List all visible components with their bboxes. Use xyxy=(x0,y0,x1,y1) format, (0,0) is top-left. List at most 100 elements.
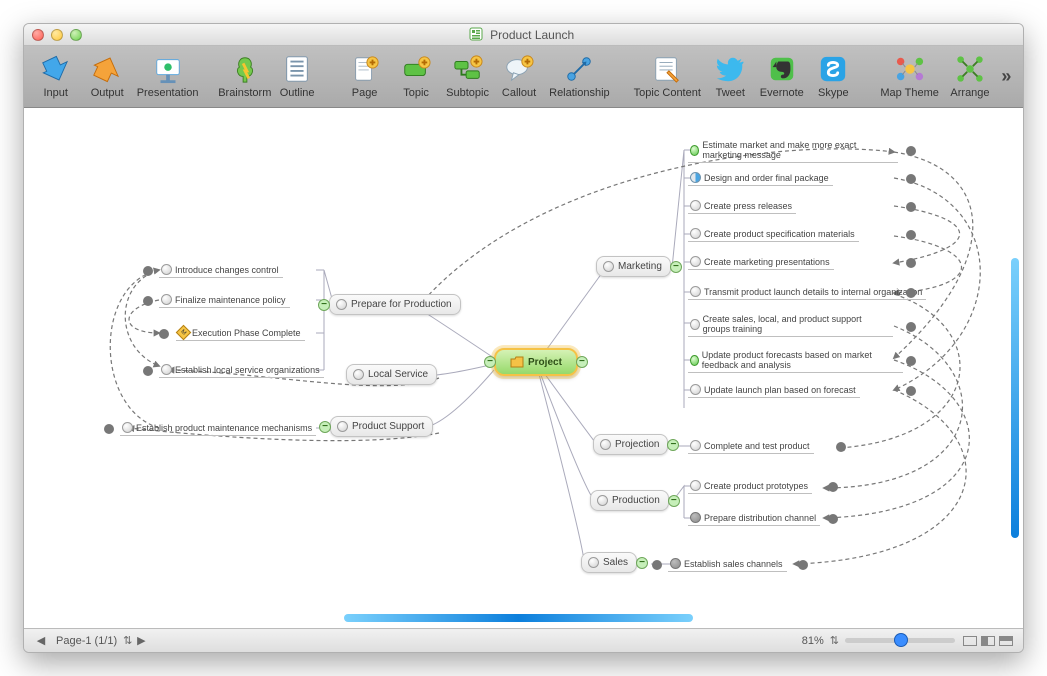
subtopic-button[interactable]: Subtopic xyxy=(442,48,493,106)
view-mode-3[interactable] xyxy=(999,636,1013,646)
bullet-icon xyxy=(588,557,599,568)
leaf-node[interactable]: Prepare distribution channel xyxy=(688,510,820,526)
branch-projection[interactable]: Projection − xyxy=(593,434,668,455)
zoom-window-button[interactable] xyxy=(70,29,82,41)
output-icon xyxy=(92,54,122,84)
page-indicator[interactable]: Page-1 (1/1) xyxy=(56,635,117,647)
toggle-icon[interactable]: − xyxy=(670,261,682,273)
leaf-node[interactable]: Complete and test product xyxy=(688,438,814,454)
leaf-node[interactable]: Establish local service organizations xyxy=(159,362,324,378)
bullet-icon xyxy=(690,200,701,211)
branch-marketing[interactable]: Marketing − xyxy=(596,256,671,277)
leaf-node[interactable]: Create sales, local, and product support… xyxy=(688,312,893,337)
relationship-dot xyxy=(143,266,153,276)
bullet-icon xyxy=(690,512,701,523)
toggle-icon[interactable]: − xyxy=(636,557,648,569)
leaf-label: Create press releases xyxy=(704,201,792,211)
close-window-button[interactable] xyxy=(32,29,44,41)
leaf-label: Create sales, local, and product support… xyxy=(703,314,889,334)
leaf-node[interactable]: Create marketing presentations xyxy=(688,254,834,270)
page-stepper[interactable]: ⇅ xyxy=(123,634,132,647)
toggle-icon[interactable]: − xyxy=(319,421,331,433)
skype-button[interactable]: Skype xyxy=(808,48,859,106)
arrange-button[interactable]: Arrange xyxy=(944,48,995,106)
page-button[interactable]: Page xyxy=(339,48,390,106)
map-theme-button[interactable]: Map Theme xyxy=(875,48,944,106)
leaf-node[interactable]: Estimate market and make more exact mark… xyxy=(688,138,898,163)
callout-icon xyxy=(504,54,534,84)
leaf-node[interactable]: Introduce changes control xyxy=(159,262,283,278)
view-mode-1[interactable] xyxy=(963,636,977,646)
prev-page-button[interactable]: ◀ xyxy=(32,634,50,647)
presentation-button[interactable]: Presentation xyxy=(133,48,202,106)
leaf-label: Estimate market and make more exact mark… xyxy=(702,140,894,160)
milestone-icon: M xyxy=(176,325,192,341)
relationship-button[interactable]: Relationship xyxy=(545,48,614,106)
canvas[interactable]: Project − − Marketing − Estimate market … xyxy=(24,108,1023,628)
leaf-node[interactable]: Design and order final package xyxy=(688,170,833,186)
vertical-scrollbar[interactable] xyxy=(1011,258,1019,538)
output-button[interactable]: Output xyxy=(81,48,132,106)
relationship-dot xyxy=(143,366,153,376)
zoom-level[interactable]: 81% xyxy=(802,635,824,647)
arrange-icon xyxy=(955,54,985,84)
leaf-node[interactable]: Create press releases xyxy=(688,198,796,214)
toggle-icon[interactable]: − xyxy=(484,356,496,368)
leaf-node[interactable]: M Execution Phase Complete xyxy=(176,325,305,341)
relationship-dot xyxy=(906,288,916,298)
branch-production[interactable]: Production − xyxy=(590,490,669,511)
map-theme-icon xyxy=(895,54,925,84)
branch-sales[interactable]: Sales − xyxy=(581,552,637,573)
brainstorm-button[interactable]: Brainstorm xyxy=(218,48,271,106)
bullet-icon xyxy=(690,228,701,239)
evernote-icon xyxy=(767,54,797,84)
tweet-button[interactable]: Tweet xyxy=(705,48,756,106)
input-icon xyxy=(41,54,71,84)
horizontal-scrollbar[interactable] xyxy=(344,614,693,622)
zoom-slider[interactable] xyxy=(845,638,955,643)
leaf-node[interactable]: Create product specification materials xyxy=(688,226,859,242)
slider-knob[interactable] xyxy=(895,634,907,646)
minimize-window-button[interactable] xyxy=(51,29,63,41)
bullet-icon xyxy=(337,421,348,432)
topic-content-button[interactable]: Topic Content xyxy=(630,48,705,106)
root-node[interactable]: Project − − xyxy=(494,348,578,376)
branch-local-service[interactable]: Local Service xyxy=(346,364,437,385)
branch-label: Product Support xyxy=(352,421,424,432)
leaf-node[interactable]: Finalize maintenance policy xyxy=(159,292,290,308)
toggle-icon[interactable]: − xyxy=(576,356,588,368)
relationship-dot xyxy=(798,560,808,570)
input-button[interactable]: Input xyxy=(30,48,81,106)
zoom-stepper[interactable]: ⇅ xyxy=(830,634,839,647)
leaf-node[interactable]: Establish sales channels xyxy=(668,556,787,572)
toggle-icon[interactable]: − xyxy=(667,439,679,451)
leaf-node[interactable]: Update launch plan based on forecast xyxy=(688,382,860,398)
callout-button[interactable]: Callout xyxy=(493,48,544,106)
root-label: Project xyxy=(528,357,562,368)
relationship-dot xyxy=(906,230,916,240)
branch-prepare-production[interactable]: Prepare for Production − xyxy=(329,294,461,315)
relationship-dot xyxy=(906,356,916,366)
outline-button[interactable]: Outline xyxy=(271,48,322,106)
toggle-icon[interactable]: − xyxy=(668,495,680,507)
leaf-label: Create marketing presentations xyxy=(704,257,830,267)
bullet-icon xyxy=(122,422,133,433)
bullet-icon xyxy=(603,261,614,272)
outline-icon xyxy=(282,54,312,84)
leaf-label: Transmit product launch details to inter… xyxy=(704,287,922,297)
leaf-label: Update launch plan based on forecast xyxy=(704,385,856,395)
bullet-icon xyxy=(353,369,364,380)
leaf-node[interactable]: Transmit product launch details to inter… xyxy=(688,284,926,300)
evernote-button[interactable]: Evernote xyxy=(756,48,807,106)
leaf-node[interactable]: Establish product maintenance mechanisms xyxy=(120,420,316,436)
leaf-node[interactable]: Update product forecasts based on market… xyxy=(688,348,903,373)
next-page-button[interactable]: ▶ xyxy=(132,634,150,647)
branch-product-support[interactable]: Product Support − xyxy=(330,416,433,437)
leaf-node[interactable]: Create product prototypes xyxy=(688,478,812,494)
toolbar-overflow-button[interactable]: » xyxy=(996,48,1017,106)
view-mode-2[interactable] xyxy=(981,636,995,646)
toggle-icon[interactable]: − xyxy=(318,299,330,311)
traffic-lights xyxy=(32,29,82,41)
topic-button[interactable]: Topic xyxy=(390,48,441,106)
subtopic-icon xyxy=(453,54,483,84)
